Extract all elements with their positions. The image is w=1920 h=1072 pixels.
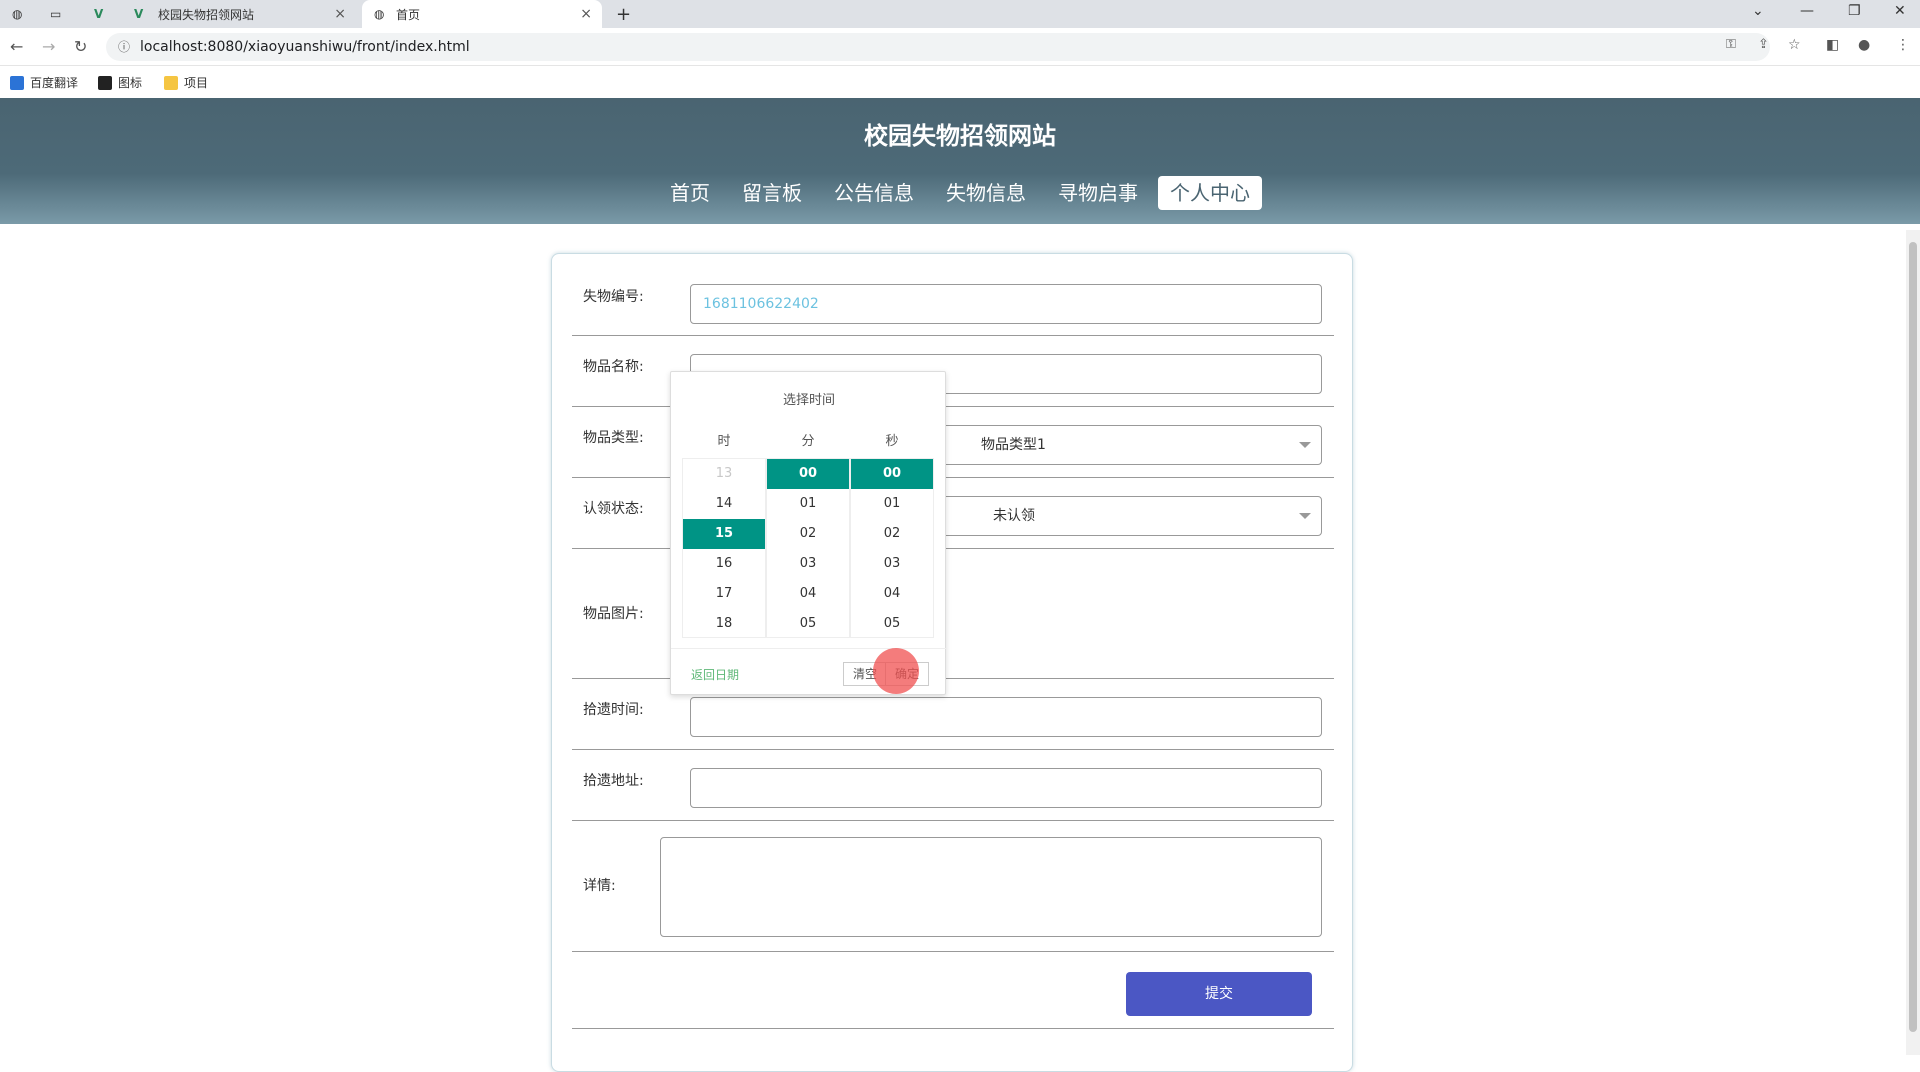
minute-option[interactable]: 01 [767, 489, 849, 519]
menu-icon[interactable]: ⋮ [1896, 37, 1910, 53]
translate-icon [10, 75, 24, 90]
minute-header: 分 [801, 434, 815, 449]
submit-button[interactable]: 提交 [1126, 972, 1312, 1016]
url-text: localhost:8080/xiaoyuanshiwu/front/index… [140, 39, 470, 55]
forward-icon[interactable]: → [42, 37, 55, 56]
dropdown-arrow-icon [1299, 442, 1311, 448]
hour-header: 时 [717, 434, 731, 449]
row-detail: 详情: [572, 821, 1334, 952]
info-icon: ⓘ [118, 40, 131, 54]
hour-option[interactable]: 17 [683, 579, 765, 609]
tab-site[interactable]: V 校园失物招领网站 × [124, 0, 356, 28]
sidepanel-icon[interactable]: ◧ [1826, 37, 1839, 53]
vue-tab-icon: V [134, 7, 144, 21]
close-window-icon[interactable]: ✕ [1894, 3, 1906, 19]
vue-icon[interactable]: V [94, 0, 114, 28]
id-field[interactable]: 1681106622402 [690, 284, 1322, 324]
row-id: 失物编号: 1681106622402 [572, 254, 1334, 336]
id-label: 失物编号: [583, 289, 644, 305]
second-option[interactable]: 04 [851, 579, 933, 609]
bookmark-label: 图标 [118, 76, 143, 90]
pointer-cursor-icon [873, 648, 919, 694]
time-picker: 选择时间 时 分 秒 13 14 15 16 17 18 00 01 02 03… [670, 371, 947, 695]
bookmark-icons[interactable]: 图标 [98, 74, 142, 91]
nav-message-board[interactable]: 留言板 [730, 176, 814, 210]
folder-icon [164, 75, 178, 90]
minute-option[interactable]: 02 [767, 519, 849, 549]
image-icon [98, 75, 112, 90]
type-label: 物品类型: [583, 430, 644, 446]
second-option[interactable]: 02 [851, 519, 933, 549]
dropdown-arrow-icon [1299, 513, 1311, 519]
hour-option[interactable]: 14 [683, 489, 765, 519]
minute-option[interactable]: 04 [767, 579, 849, 609]
address-field[interactable] [690, 768, 1322, 808]
status-label: 认领状态: [583, 501, 644, 517]
detail-textarea[interactable] [660, 837, 1322, 937]
second-option[interactable]: 05 [851, 609, 933, 637]
second-option-selected[interactable]: 00 [851, 459, 933, 489]
address-bar: ← → ↻ ⓘ localhost:8080/xiaoyuanshiwu/fro… [0, 28, 1920, 66]
minimize-icon[interactable]: — [1800, 3, 1814, 19]
chevron-down-icon[interactable]: ⌄ [1752, 3, 1764, 19]
hour-option[interactable]: 16 [683, 549, 765, 579]
row-address: 拾遗地址: [572, 750, 1334, 821]
tab-site-title: 校园失物招领网站 [158, 7, 255, 22]
minute-option[interactable]: 05 [767, 609, 849, 637]
share-icon[interactable]: ⇪ [1758, 37, 1769, 52]
picker-title: 选择时间 [782, 393, 835, 408]
nav-home[interactable]: 首页 [658, 176, 722, 210]
new-tab-icon[interactable]: + [616, 0, 631, 28]
type-value: 物品类型1 [981, 437, 1046, 453]
tab-home-title: 首页 [396, 7, 421, 22]
page-scrollbar[interactable] [1906, 230, 1920, 1055]
bookmarks-bar: 百度翻译 图标 项目 [0, 66, 1920, 98]
site-header: 校园失物招领网站 首页 留言板 公告信息 失物信息 寻物启事 个人中心 [0, 98, 1920, 224]
restore-icon[interactable]: ❐ [1848, 3, 1861, 19]
hour-option-selected[interactable]: 15 [683, 519, 765, 549]
second-option[interactable]: 01 [851, 489, 933, 519]
name-label: 物品名称: [583, 359, 644, 375]
status-value: 未认领 [993, 508, 1035, 524]
hour-list[interactable]: 13 14 15 16 17 18 [682, 458, 766, 638]
second-header: 秒 [885, 434, 899, 449]
close-icon[interactable]: × [580, 6, 592, 22]
bookmark-projects[interactable]: 项目 [164, 74, 208, 91]
time-field[interactable] [690, 697, 1322, 737]
nav-lost-items[interactable]: 失物信息 [934, 176, 1038, 210]
minute-option-selected[interactable]: 00 [767, 459, 849, 489]
bookmark-label: 项目 [184, 76, 209, 90]
reload-icon[interactable]: ↻ [74, 37, 87, 56]
minute-option[interactable]: 03 [767, 549, 849, 579]
second-option[interactable]: 03 [851, 549, 933, 579]
browser-tab-bar: ◍ ▭ V V 校园失物招领网站 × ◍ 首页 × + ⌄ — ❐ ✕ [0, 0, 1920, 28]
detail-label: 详情: [583, 878, 616, 894]
site-title: 校园失物招领网站 [864, 122, 1056, 150]
time-label: 拾遗时间: [583, 702, 644, 718]
back-to-date-link[interactable]: 返回日期 [691, 666, 739, 683]
back-icon[interactable]: ← [10, 37, 23, 56]
nav-personal-center[interactable]: 个人中心 [1158, 176, 1262, 210]
blank-tab-icon[interactable]: ▭ [50, 0, 70, 28]
address-label: 拾遗地址: [583, 773, 644, 789]
star-icon[interactable]: ☆ [1788, 37, 1801, 53]
image-label: 物品图片: [583, 606, 644, 622]
close-icon[interactable]: × [334, 6, 346, 22]
key-icon[interactable]: ⚿ [1726, 37, 1736, 52]
scrollbar-thumb[interactable] [1909, 242, 1917, 1032]
globe-tab-icon: ◍ [374, 7, 385, 21]
bookmark-baidu-translate[interactable]: 百度翻译 [10, 74, 78, 91]
second-list[interactable]: 00 01 02 03 04 05 [850, 458, 934, 638]
tab-home[interactable]: ◍ 首页 × [362, 0, 602, 28]
minute-list[interactable]: 00 01 02 03 04 05 [766, 458, 850, 638]
nav-announcements[interactable]: 公告信息 [822, 176, 926, 210]
nav-seek-notices[interactable]: 寻物启事 [1046, 176, 1150, 210]
main-nav: 首页 留言板 公告信息 失物信息 寻物启事 个人中心 [0, 176, 1920, 210]
bookmark-label: 百度翻译 [30, 76, 79, 90]
hour-option[interactable]: 18 [683, 609, 765, 637]
hour-option[interactable]: 13 [683, 459, 765, 489]
profile-icon[interactable]: ● [1858, 37, 1870, 53]
globe-icon[interactable]: ◍ [12, 0, 32, 28]
url-input[interactable]: ⓘ localhost:8080/xiaoyuanshiwu/front/ind… [106, 33, 1770, 61]
